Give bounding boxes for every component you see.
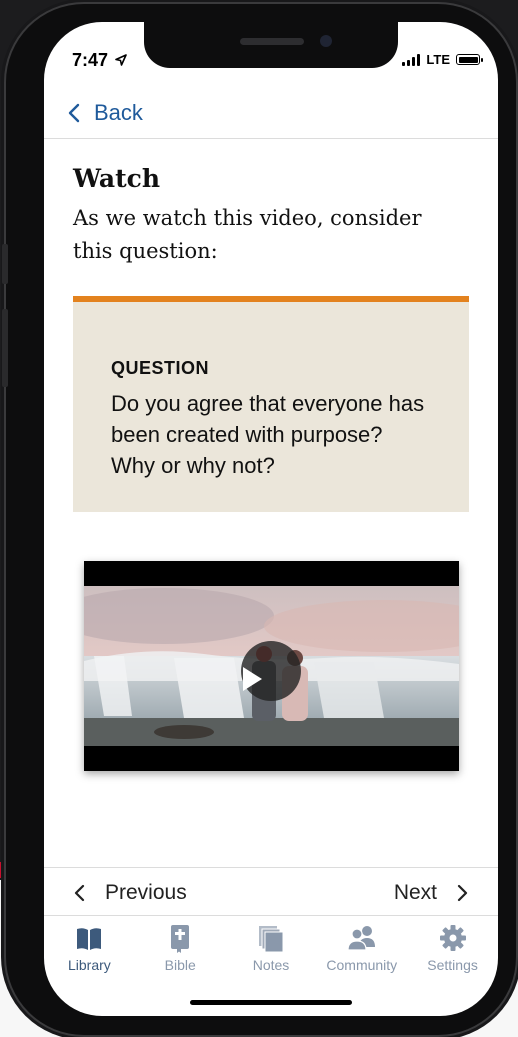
mute-switch	[2, 244, 8, 284]
header-divider	[44, 138, 498, 139]
tab-settings[interactable]: Settings	[407, 919, 498, 979]
signal-icon	[402, 53, 421, 66]
pager-divider	[44, 867, 498, 868]
tab-community[interactable]: Community	[316, 919, 407, 979]
video-player[interactable]	[84, 561, 459, 771]
chevron-left-icon	[74, 884, 85, 902]
status-time: 7:47	[72, 50, 127, 71]
back-label: Back	[94, 100, 143, 125]
gear-icon	[439, 925, 466, 951]
book-icon	[77, 928, 102, 950]
previous-button[interactable]: Previous	[74, 881, 187, 905]
location-arrow-icon	[115, 54, 127, 66]
speaker-grille	[240, 38, 304, 45]
page-title: Watch	[73, 164, 161, 193]
question-text: Do you agree that everyone has been crea…	[111, 391, 425, 478]
phone-frame: 7:47 LTE Back Watch As we watch this vid…	[2, 4, 516, 1035]
previous-label: Previous	[105, 881, 187, 904]
page-subtitle: As we watch this video, consider this qu…	[73, 206, 422, 263]
tab-bar: Library Bible Notes Community Settings	[44, 919, 498, 979]
tab-settings-label: Settings	[427, 957, 478, 973]
community-icon	[347, 926, 375, 951]
play-button[interactable]	[241, 641, 301, 701]
tab-bible-label: Bible	[164, 957, 196, 973]
question-card: QUESTION Do you agree that everyone has …	[73, 296, 469, 512]
tab-notes-label: Notes	[252, 957, 290, 973]
chevron-left-icon	[68, 103, 80, 123]
question-label: QUESTION	[111, 358, 210, 378]
tab-library-label: Library	[68, 957, 111, 973]
front-camera	[320, 35, 332, 47]
app-screen: 7:47 LTE Back Watch As we watch this vid…	[44, 22, 498, 1016]
bible-icon	[171, 925, 190, 953]
volume-button	[2, 309, 8, 387]
battery-icon	[456, 54, 483, 65]
status-time-text: 7:47	[72, 50, 109, 70]
next-button[interactable]: Next	[394, 881, 468, 905]
back-button[interactable]: Back	[68, 100, 143, 126]
tabbar-divider	[44, 915, 498, 916]
tab-notes[interactable]: Notes	[226, 919, 317, 979]
notch	[144, 22, 398, 68]
network-type: LTE	[426, 52, 450, 67]
play-icon	[243, 667, 262, 691]
tab-library[interactable]: Library	[44, 919, 135, 979]
status-indicators: LTE	[402, 52, 483, 67]
tab-community-label: Community	[326, 957, 398, 973]
chevron-right-icon	[457, 884, 468, 902]
next-label: Next	[393, 881, 437, 904]
home-indicator[interactable]	[190, 1000, 352, 1005]
tab-bible[interactable]: Bible	[135, 919, 226, 979]
notes-icon	[258, 926, 284, 953]
